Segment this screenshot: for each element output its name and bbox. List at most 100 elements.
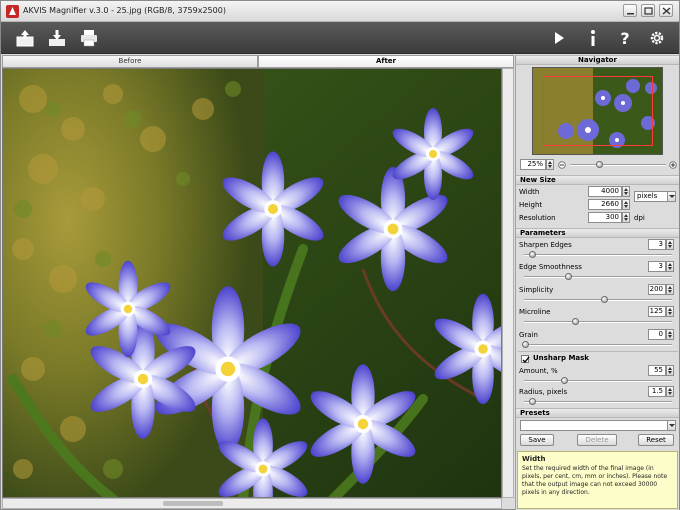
unsharp-mask-row: Unsharp Mask (518, 351, 678, 364)
help-box: Width Set the required width of the fina… (517, 451, 678, 509)
resolution-spinner[interactable] (622, 212, 630, 223)
unsharp-slider-track[interactable] (524, 401, 672, 403)
unsharp-slider-knob[interactable] (529, 398, 536, 405)
width-spinner[interactable] (622, 186, 630, 197)
parameter-spinner[interactable] (666, 306, 674, 318)
parameter-label: Edge Smoothness (519, 263, 582, 272)
help-icon: ? (620, 29, 629, 48)
run-button[interactable] (547, 26, 571, 50)
resolution-input[interactable]: 300 (588, 212, 622, 223)
parameter-slider-track[interactable] (524, 321, 672, 324)
parameter-spinner[interactable] (666, 261, 674, 273)
vertical-scrollbar[interactable] (502, 68, 514, 498)
unsharp-slider-track[interactable] (524, 380, 672, 382)
zoom-in-icon[interactable] (669, 161, 677, 169)
parameter-row: Edge Smoothness 3 (518, 261, 678, 283)
save-preset-button[interactable]: Save (520, 434, 554, 446)
parameter-value-input[interactable]: 3 (648, 239, 666, 250)
zoom-slider-knob[interactable] (596, 161, 603, 168)
height-spinner[interactable] (622, 199, 630, 210)
presets-header: Presets (516, 408, 679, 418)
parameter-slider-track[interactable] (524, 254, 672, 256)
parameter-slider-knob[interactable] (529, 251, 536, 258)
parameter-value-input[interactable]: 200 (648, 283, 666, 295)
zoom-input[interactable]: 25% (520, 159, 546, 170)
parameter-value-input[interactable]: 3 (648, 261, 666, 273)
zoom-row: 25% (518, 159, 678, 172)
zoom-out-icon[interactable] (558, 161, 566, 169)
maximize-icon (644, 7, 653, 15)
help-text: Set the required width of the final imag… (522, 465, 668, 496)
save-file-icon (49, 30, 65, 46)
tab-after[interactable]: After (258, 55, 514, 68)
parameter-slider-track[interactable] (524, 298, 672, 301)
width-row: Width 4000 pixels (518, 186, 678, 202)
horizontal-scrollbar[interactable] (2, 498, 502, 509)
view-tabs: Before After (2, 55, 514, 68)
unsharp-value-input[interactable]: 55 (648, 365, 666, 376)
parameter-slider-knob[interactable] (522, 340, 529, 348)
unsharp-label: Amount, % (519, 367, 558, 375)
open-file-icon (16, 30, 34, 47)
presets-title: Presets (520, 409, 550, 417)
parameter-label: Microline (519, 308, 551, 317)
parameter-label: Simplicity (519, 285, 554, 294)
parameter-slider-knob[interactable] (601, 295, 608, 303)
parameter-value-input[interactable]: 125 (648, 306, 666, 318)
chevron-down-icon (667, 421, 675, 430)
help-title: Width (522, 455, 546, 463)
parameter-label: Sharpen Edges (519, 241, 572, 249)
parameter-spinner[interactable] (666, 239, 674, 250)
print-icon (81, 30, 97, 47)
parameter-row: Simplicity 200 (518, 283, 678, 306)
app-logo-icon (6, 5, 19, 18)
resolution-row: Resolution 300 dpi (518, 212, 678, 225)
parameter-slider-knob[interactable] (572, 318, 579, 326)
unsharp-row: Radius, pixels 1.5 (518, 386, 678, 407)
parameter-slider-knob[interactable] (565, 273, 572, 281)
settings-button[interactable] (645, 26, 669, 50)
open-button[interactable] (13, 26, 37, 50)
info-icon (591, 30, 595, 46)
parameter-spinner[interactable] (666, 328, 674, 340)
minimize-button[interactable] (623, 4, 637, 17)
unsharp-spinner[interactable] (666, 386, 674, 397)
info-button[interactable] (581, 26, 605, 50)
parameter-label: Grain (519, 330, 538, 339)
main-toolbar: ? (1, 22, 679, 54)
delete-preset-button[interactable]: Delete (577, 434, 617, 446)
close-icon (662, 7, 671, 15)
save-button[interactable] (45, 26, 69, 50)
unsharp-slider-knob[interactable] (561, 377, 568, 384)
horizontal-scroll-thumb[interactable] (163, 501, 223, 506)
svg-text:?: ? (620, 29, 629, 48)
parameter-slider-track[interactable] (524, 343, 672, 346)
height-input[interactable]: 2660 (588, 199, 622, 210)
zoom-spinner[interactable] (546, 159, 554, 170)
parameter-slider-track[interactable] (524, 276, 672, 279)
maximize-button[interactable] (641, 4, 655, 17)
navigator-thumbnail[interactable] (532, 67, 663, 155)
unsharp-label: Radius, pixels (519, 388, 568, 396)
presets-select[interactable] (520, 420, 676, 431)
parameter-row: Grain 0 (518, 328, 678, 351)
help-button[interactable]: ? (613, 26, 637, 50)
settings-panel: Navigator 25% New Size Width 4000 pixels… (515, 55, 679, 510)
print-button[interactable] (77, 26, 101, 50)
navigator-viewport-frame[interactable] (543, 76, 653, 146)
unsharp-mask-label: Unsharp Mask (533, 354, 589, 362)
close-button[interactable] (659, 4, 673, 17)
title-bar: AKVIS Magnifier v.3.0 - 25.jpg (RGB/8, 3… (1, 1, 679, 22)
unsharp-spinner[interactable] (666, 365, 674, 376)
unsharp-mask-checkbox[interactable] (521, 355, 530, 364)
image-canvas[interactable] (2, 68, 502, 498)
parameter-value-input[interactable]: 0 (648, 328, 666, 340)
parameter-row: Microline 125 (518, 306, 678, 328)
parameter-spinner[interactable] (666, 283, 674, 295)
reset-button[interactable]: Reset (638, 434, 674, 446)
unsharp-value-input[interactable]: 1.5 (648, 386, 666, 397)
tab-before[interactable]: Before (2, 55, 258, 68)
width-input[interactable]: 4000 (588, 186, 622, 197)
flower-photo (3, 69, 501, 497)
zoom-slider-track[interactable] (570, 164, 666, 166)
